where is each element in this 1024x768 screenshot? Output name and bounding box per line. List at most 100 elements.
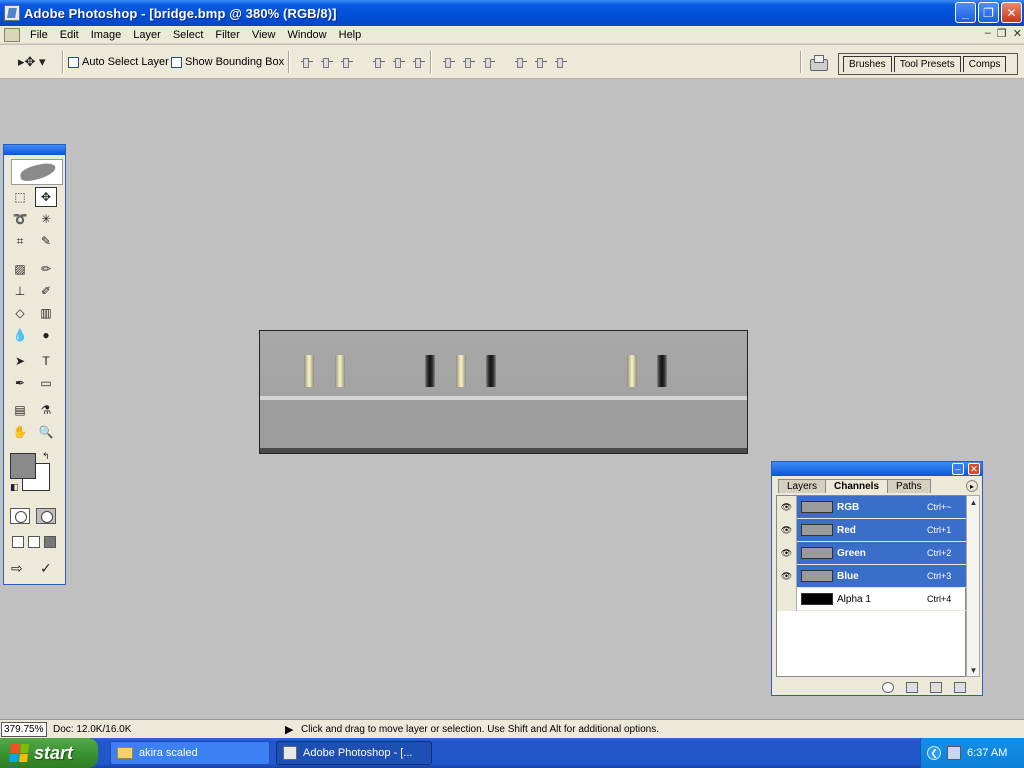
auto-select-layer-checkbox[interactable]: Auto Select Layer bbox=[68, 56, 169, 68]
align-left-icon[interactable] bbox=[372, 55, 386, 69]
zoom-icon[interactable]: 🔍 bbox=[35, 422, 57, 442]
swap-colors-icon[interactable]: ↰ bbox=[42, 451, 50, 462]
visibility-eye-icon[interactable] bbox=[777, 587, 797, 611]
align-horizontal-center-icon[interactable] bbox=[392, 55, 406, 69]
clone-stamp-icon[interactable]: ⊥ bbox=[9, 281, 31, 301]
menu-edit[interactable]: Edit bbox=[54, 29, 85, 41]
channel-row[interactable]: 👁 Green Ctrl+2 bbox=[777, 541, 967, 565]
close-button[interactable]: ✕ bbox=[1001, 2, 1022, 23]
menu-view[interactable]: View bbox=[246, 29, 282, 41]
slice-icon[interactable]: ✎ bbox=[35, 231, 57, 251]
commit-icon[interactable]: ✓ bbox=[40, 560, 52, 577]
distribute-left-icon[interactable] bbox=[514, 55, 528, 69]
taskbar-button-folder[interactable]: akira scaled bbox=[110, 741, 270, 765]
menu-layer[interactable]: Layer bbox=[127, 29, 167, 41]
save-selection-as-channel-icon[interactable] bbox=[906, 681, 918, 693]
lasso-icon[interactable]: ➰ bbox=[9, 209, 31, 229]
file-browser-icon[interactable] bbox=[808, 55, 828, 71]
eyedropper-icon[interactable]: ⚗ bbox=[35, 400, 57, 420]
pen-icon[interactable]: ✒ bbox=[9, 373, 31, 393]
full-screen-menu-mode-icon[interactable] bbox=[28, 536, 40, 548]
toolbox-title-bar[interactable] bbox=[4, 145, 65, 155]
notes-icon[interactable]: ▤ bbox=[9, 400, 31, 420]
photoshop-app-icon[interactable] bbox=[4, 5, 20, 21]
menu-select[interactable]: Select bbox=[167, 29, 210, 41]
distribute-vertical-center-icon[interactable] bbox=[462, 55, 476, 69]
document-close-button[interactable]: ✕ bbox=[1013, 27, 1022, 40]
hand-icon[interactable]: ✋ bbox=[9, 422, 31, 442]
scroll-up-arrow[interactable]: ▲ bbox=[968, 496, 979, 508]
path-selection-icon[interactable]: ➤ bbox=[9, 351, 31, 371]
channel-row[interactable]: Alpha 1 Ctrl+4 bbox=[777, 587, 967, 611]
visibility-eye-icon[interactable]: 👁 bbox=[777, 518, 797, 542]
menu-filter[interactable]: Filter bbox=[209, 29, 245, 41]
move-icon[interactable]: ✥ bbox=[35, 187, 57, 207]
checkbox-box[interactable] bbox=[68, 56, 79, 68]
zoom-field[interactable]: 379.75% bbox=[1, 721, 47, 737]
standard-mode-icon[interactable] bbox=[10, 508, 30, 524]
dodge-icon[interactable]: ● bbox=[35, 325, 57, 345]
new-channel-icon[interactable] bbox=[930, 681, 942, 693]
minimize-button[interactable]: _ bbox=[955, 2, 976, 23]
tab-channels[interactable]: Channels bbox=[825, 479, 889, 493]
maximize-button[interactable]: ❐ bbox=[978, 2, 999, 23]
delete-channel-icon[interactable] bbox=[954, 681, 966, 693]
document-canvas[interactable] bbox=[259, 330, 748, 454]
start-button[interactable]: start bbox=[0, 738, 98, 768]
taskbar-button-photoshop[interactable]: Adobe Photoshop - [... bbox=[276, 741, 432, 765]
history-brush-icon[interactable]: ✐ bbox=[35, 281, 57, 301]
align-right-icon[interactable] bbox=[412, 55, 426, 69]
type-icon[interactable]: T bbox=[35, 351, 57, 371]
clock[interactable]: 6:37 AM bbox=[967, 747, 1007, 759]
channel-row[interactable]: 👁 RGB Ctrl+~ bbox=[777, 495, 967, 519]
well-tab-brushes[interactable]: Brushes bbox=[843, 56, 892, 72]
tab-layers[interactable]: Layers bbox=[778, 479, 827, 493]
crop-icon[interactable]: ⌗ bbox=[9, 231, 31, 251]
quick-mask-mode-icon[interactable] bbox=[36, 508, 56, 524]
channel-row[interactable]: 👁 Blue Ctrl+3 bbox=[777, 564, 967, 588]
checkbox-box[interactable] bbox=[171, 56, 182, 68]
load-channel-as-selection-icon[interactable] bbox=[882, 681, 894, 693]
photoshop-feather-logo[interactable] bbox=[11, 159, 63, 185]
scroll-down-arrow[interactable]: ▼ bbox=[968, 664, 979, 676]
status-menu-arrow[interactable]: ▶ bbox=[285, 723, 297, 736]
gradient-icon[interactable]: ▥ bbox=[35, 303, 57, 323]
distribute-horizontal-center-icon[interactable] bbox=[534, 55, 548, 69]
network-icon[interactable] bbox=[947, 746, 961, 760]
rectangular-marquee-icon[interactable]: ⬚ bbox=[9, 187, 31, 207]
distribute-right-icon[interactable] bbox=[554, 55, 568, 69]
tab-paths[interactable]: Paths bbox=[887, 479, 931, 493]
well-tab-tool-presets[interactable]: Tool Presets bbox=[893, 56, 961, 72]
palette-menu-button[interactable]: ▸ bbox=[966, 480, 978, 492]
align-top-icon[interactable] bbox=[300, 55, 314, 69]
menu-file[interactable]: File bbox=[24, 29, 54, 41]
menu-image[interactable]: Image bbox=[85, 29, 128, 41]
visibility-eye-icon[interactable]: 👁 bbox=[777, 495, 797, 519]
palette-title-bar[interactable]: – ✕ bbox=[772, 462, 982, 476]
visibility-eye-icon[interactable]: 👁 bbox=[777, 564, 797, 588]
document-icon[interactable] bbox=[4, 27, 20, 42]
brush-icon[interactable]: ✏ bbox=[35, 259, 57, 279]
blur-icon[interactable]: 💧 bbox=[9, 325, 31, 345]
default-colors-icon[interactable]: ◧ bbox=[10, 482, 19, 493]
align-bottom-icon[interactable] bbox=[340, 55, 354, 69]
full-screen-mode-icon[interactable] bbox=[44, 536, 56, 548]
show-bounding-box-checkbox[interactable]: Show Bounding Box bbox=[171, 56, 284, 68]
palette-minimize-button[interactable]: – bbox=[952, 463, 964, 475]
visibility-eye-icon[interactable]: 👁 bbox=[777, 541, 797, 565]
palette-close-button[interactable]: ✕ bbox=[968, 463, 980, 475]
well-tab-comps[interactable]: Comps bbox=[962, 56, 1007, 72]
standard-screen-mode-icon[interactable] bbox=[12, 536, 24, 548]
eraser-icon[interactable]: ◇ bbox=[9, 303, 31, 323]
show-hidden-icons-button[interactable]: ❮ bbox=[927, 746, 941, 760]
channel-row[interactable]: 👁 Red Ctrl+1 bbox=[777, 518, 967, 542]
document-minimize-button[interactable]: – bbox=[985, 27, 991, 40]
tool-preset-picker[interactable]: ▸✥ ▾ bbox=[18, 54, 52, 70]
distribute-bottom-icon[interactable] bbox=[482, 55, 496, 69]
foreground-color-swatch[interactable] bbox=[10, 453, 36, 479]
healing-brush-icon[interactable]: ▨ bbox=[9, 259, 31, 279]
channel-scrollbar[interactable]: ▲ ▼ bbox=[966, 495, 980, 677]
document-restore-button[interactable]: ❐ bbox=[997, 27, 1007, 40]
menu-help[interactable]: Help bbox=[333, 29, 368, 41]
jump-to-imageready-icon[interactable]: ⇨ bbox=[11, 560, 23, 577]
